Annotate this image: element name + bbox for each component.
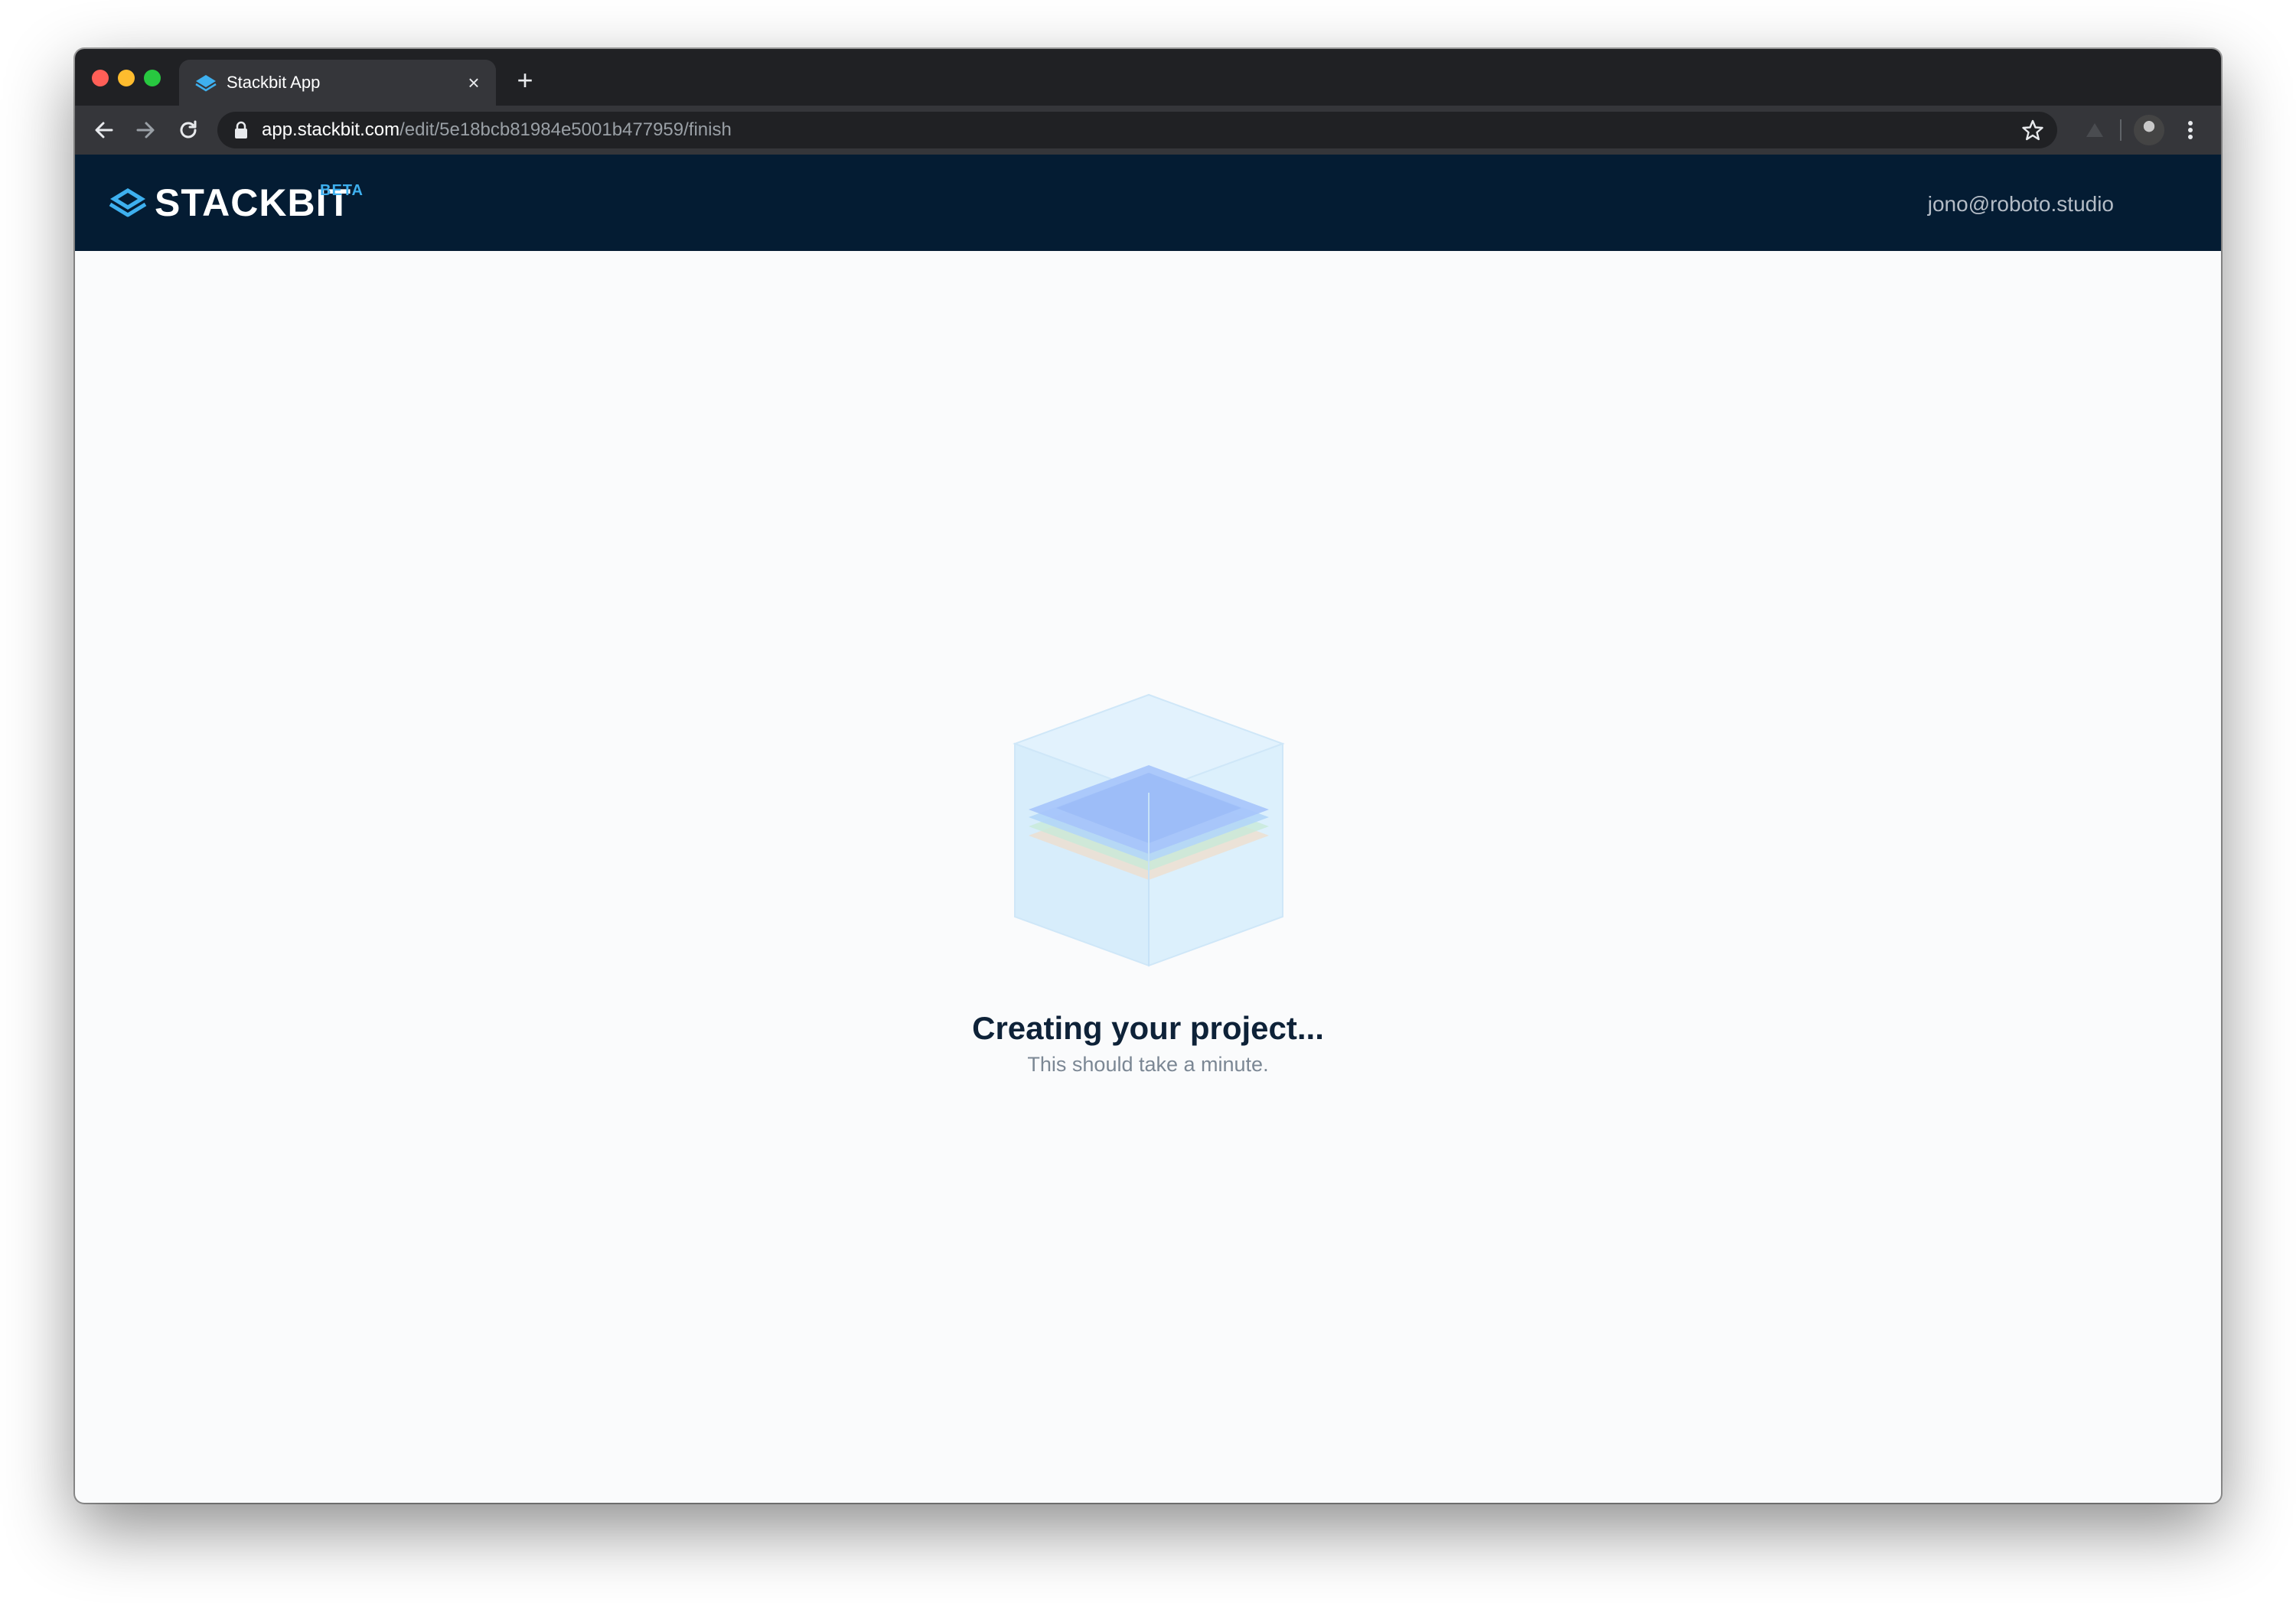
minimize-window-button[interactable] [118, 70, 135, 86]
stackbit-logo-icon[interactable] [107, 184, 148, 220]
arrow-left-icon[interactable] [90, 116, 118, 144]
browser-toolbar: app.stackbit.com/edit/5e18bcb81984e5001b… [75, 106, 2221, 155]
extension-icon[interactable] [2085, 121, 2105, 139]
stackbit-layers-icon [194, 72, 217, 93]
tab-stackbit-app[interactable]: Stackbit App × [179, 60, 496, 106]
browser-window: Stackbit App × + app.stackbit.com/edit/5… [75, 49, 2221, 1503]
url-text: app.stackbit.com/edit/5e18bcb81984e5001b… [262, 119, 732, 141]
tab-strip: Stackbit App × + [75, 49, 2221, 106]
toolbar-divider [2120, 119, 2122, 141]
url-host: app.stackbit.com [262, 119, 400, 140]
beta-badge: BETA [320, 182, 364, 199]
loading-title: Creating your project... [972, 1010, 1324, 1046]
tab-title: Stackbit App [227, 73, 321, 92]
close-window-button[interactable] [92, 70, 109, 86]
star-icon[interactable] [2020, 118, 2045, 142]
profile-avatar[interactable] [2134, 115, 2164, 145]
new-tab-button[interactable]: + [513, 67, 537, 94]
main-content: Creating your project... This should tak… [75, 251, 2221, 1503]
url-path: /edit/5e18bcb81984e5001b477959/finish [400, 119, 732, 140]
layered-cube-illustration [1012, 693, 1286, 967]
address-bar[interactable]: app.stackbit.com/edit/5e18bcb81984e5001b… [217, 112, 2057, 148]
app-header: STACKBIT BETA jono@roboto.studio [75, 155, 2221, 251]
arrow-right-icon[interactable] [132, 116, 159, 144]
maximize-window-button[interactable] [144, 70, 161, 86]
lock-icon [233, 121, 249, 139]
tab-close-icon[interactable]: × [462, 71, 485, 94]
more-vert-icon[interactable] [2183, 116, 2198, 144]
loading-subtitle: This should take a minute. [1027, 1053, 1269, 1076]
user-email-menu[interactable]: jono@roboto.studio [1928, 191, 2114, 217]
reload-icon[interactable] [174, 116, 202, 144]
